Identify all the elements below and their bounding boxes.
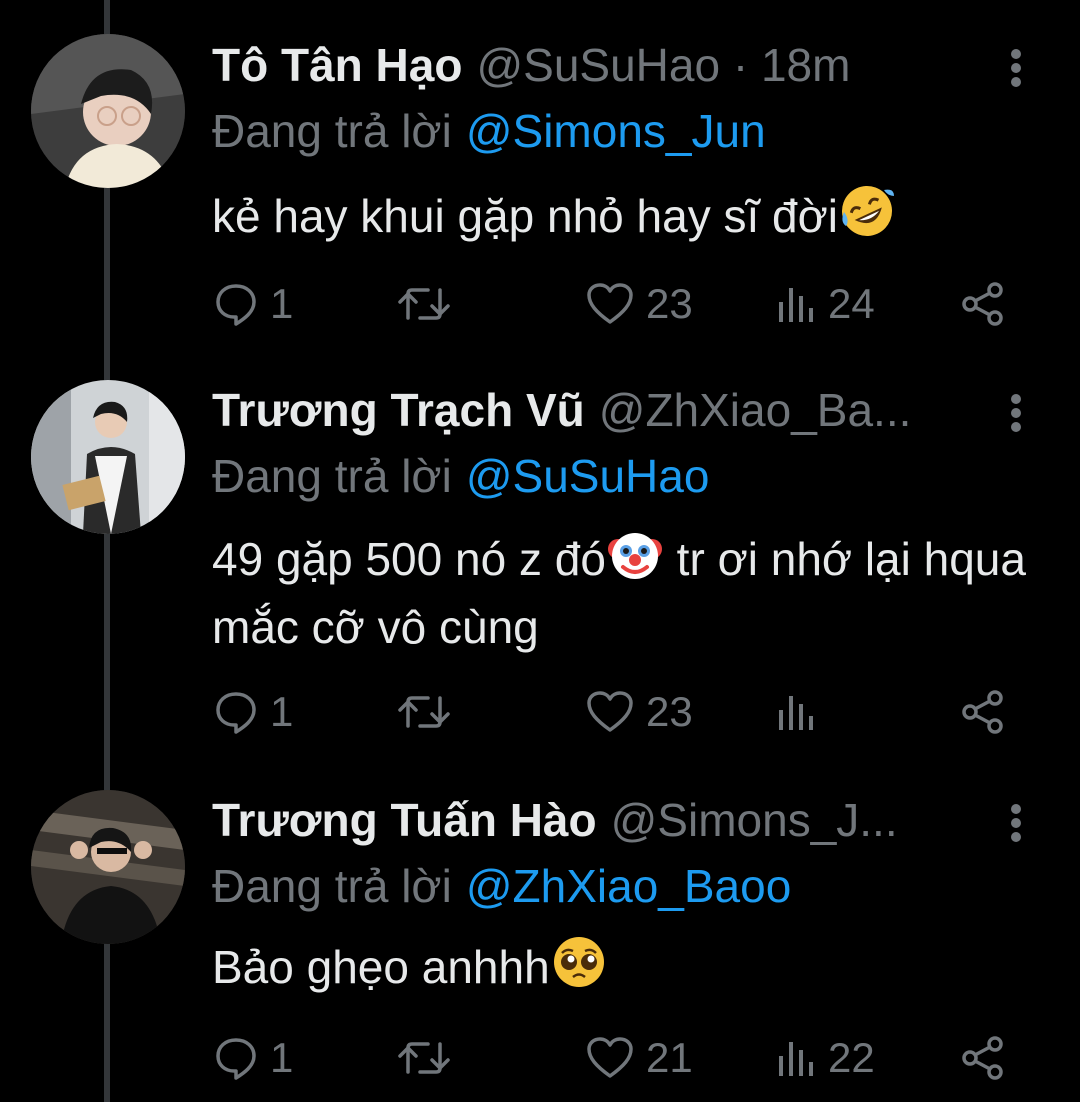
retweet-button[interactable] [398, 682, 450, 742]
tweet-actions: 1 21 22 [0, 1028, 1080, 1088]
display-name[interactable]: Trương Tuấn Hào [212, 794, 597, 846]
more-vertical-icon [1011, 49, 1021, 87]
more-options-button[interactable] [996, 389, 1036, 437]
retweet-icon [398, 1042, 450, 1074]
share-icon [962, 282, 1003, 326]
tweet-text: kẻ hay khui gặp nhỏ hay sĩ đời [212, 182, 1042, 250]
pleading-face-emoji [553, 937, 604, 987]
replying-label: Đang trả lời [212, 860, 452, 912]
tweet-text: Bảo ghẹo anhhh [212, 933, 1042, 1001]
handle-and-time: @ZhXiao_Ba... [598, 384, 912, 436]
replying-to-mention[interactable]: @Simons_Jun [466, 105, 766, 157]
reply-count: 1 [270, 1034, 294, 1081]
reply-bubble-icon [216, 284, 256, 326]
replying-to-mention[interactable]: @ZhXiao_Baoo [466, 860, 791, 912]
like-button[interactable]: 23 [586, 274, 693, 334]
heart-icon [587, 283, 633, 324]
handle-and-time: @Simons_J... [610, 794, 898, 846]
share-icon [962, 1036, 1003, 1080]
reply-count: 1 [270, 688, 294, 735]
view-count: 24 [828, 280, 875, 327]
tweet-text: 49 gặp 500 nó z đó tr ơi nhớ lại hqua mắ… [212, 525, 1042, 661]
reply-count: 1 [270, 280, 294, 327]
view-count: 22 [828, 1034, 875, 1081]
tweet-header: Trương Tuấn Hào @Simons_J... [212, 789, 992, 851]
like-count: 23 [646, 688, 693, 735]
heart-icon [587, 691, 633, 732]
more-vertical-icon [1011, 394, 1021, 432]
views-bar-chart-icon [779, 696, 813, 730]
replying-label: Đang trả lời [212, 105, 452, 157]
views-button[interactable] [776, 682, 828, 742]
replying-to-mention[interactable]: @SuSuHao [466, 450, 710, 502]
reply-button[interactable]: 1 [214, 1028, 293, 1088]
more-options-button[interactable] [996, 44, 1036, 92]
retweet-icon [398, 288, 450, 320]
views-button[interactable]: 22 [776, 1028, 875, 1088]
tweet-header: Trương Trạch Vũ @ZhXiao_Ba... [212, 379, 992, 441]
replying-to-line: Đang trả lời @ZhXiao_Baoo [212, 855, 791, 917]
clown-face-emoji [607, 533, 662, 579]
handle-and-time: @SuSuHao · 18m [476, 39, 851, 91]
views-bar-chart-icon [779, 288, 813, 322]
tweet-actions: 1 23 24 [0, 274, 1080, 334]
share-icon [962, 690, 1003, 734]
tweet-actions: 1 23 [0, 682, 1080, 742]
reply-bubble-icon [216, 692, 256, 734]
replying-label: Đang trả lời [212, 450, 452, 502]
tweet-2[interactable]: Trương Trạch Vũ @ZhXiao_Ba... Đang trả lờ… [0, 345, 1080, 755]
avatar[interactable] [31, 790, 185, 944]
retweet-button[interactable] [398, 274, 450, 334]
display-name[interactable]: Tô Tân Hạo [212, 39, 462, 91]
more-vertical-icon [1011, 804, 1021, 842]
heart-icon [587, 1037, 633, 1078]
retweet-button[interactable] [398, 1028, 450, 1088]
display-name[interactable]: Trương Trạch Vũ [212, 384, 585, 436]
replying-to-line: Đang trả lời @Simons_Jun [212, 100, 766, 162]
like-button[interactable]: 23 [586, 682, 693, 742]
reply-bubble-icon [216, 1038, 256, 1080]
views-bar-chart-icon [779, 1042, 813, 1076]
replying-to-line: Đang trả lời @SuSuHao [212, 445, 709, 507]
reply-button[interactable]: 1 [214, 274, 293, 334]
reply-button[interactable]: 1 [214, 682, 293, 742]
share-button[interactable] [960, 274, 1006, 334]
tweet-text-content: 49 gặp 500 nó z đó [212, 533, 606, 585]
tweet-1[interactable]: Tô Tân Hạo @SuSuHao · 18m Đang trả lời @Si… [0, 0, 1080, 345]
like-count: 21 [646, 1034, 693, 1081]
avatar[interactable] [31, 34, 185, 188]
share-button[interactable] [960, 1028, 1006, 1088]
tweet-text-content: Bảo ghẹo anhhh [212, 941, 550, 993]
views-button[interactable]: 24 [776, 274, 875, 334]
tweet-text-content: kẻ hay khui gặp nhỏ hay sĩ đời [212, 190, 839, 242]
avatar[interactable] [31, 380, 185, 534]
like-button[interactable]: 21 [586, 1028, 693, 1088]
tweet-3[interactable]: Trương Tuấn Hào @Simons_J... Đang trả lời… [0, 755, 1080, 1102]
retweet-icon [398, 696, 450, 728]
tweet-header: Tô Tân Hạo @SuSuHao · 18m [212, 34, 992, 96]
more-options-button[interactable] [996, 799, 1036, 847]
share-button[interactable] [960, 682, 1006, 742]
like-count: 23 [646, 280, 693, 327]
rolling-on-floor-laughing-emoji [842, 186, 895, 236]
